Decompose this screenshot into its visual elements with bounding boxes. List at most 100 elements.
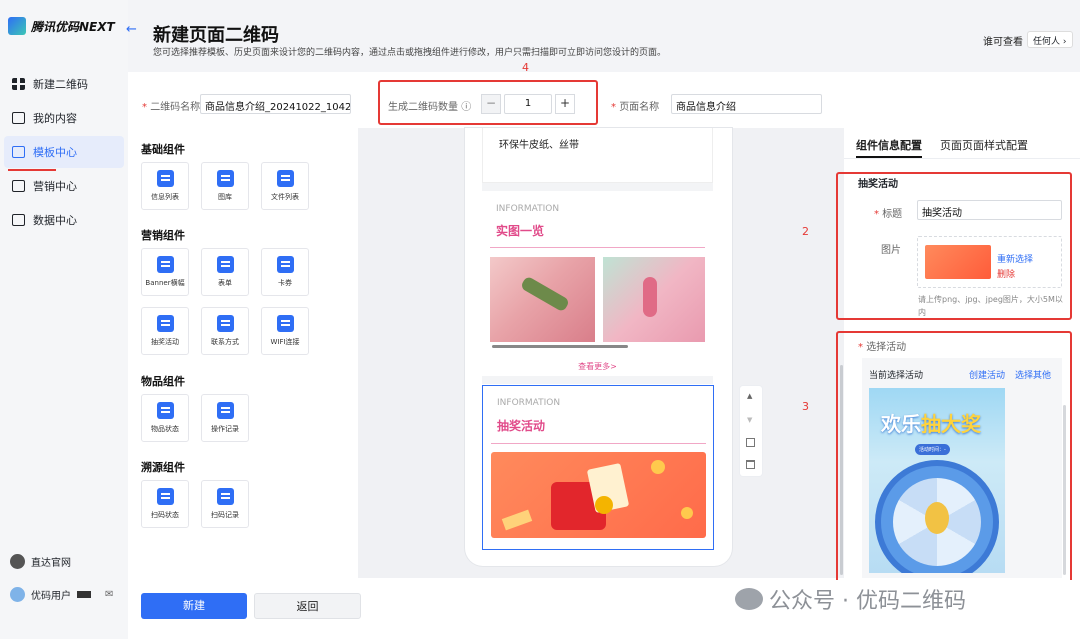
component-contact[interactable]: 联系方式 <box>201 307 249 355</box>
tab-component-config[interactable]: 组件信息配置 <box>856 137 922 153</box>
sidebar-item-my-content[interactable]: 我的内容 <box>4 102 124 134</box>
component-coupon[interactable]: 卡券 <box>261 248 309 296</box>
page-subtitle: 您可选择推荐模板、历史页面来设计您的二维码内容，通过点击或拖拽组件进行修改，用户… <box>153 48 667 58</box>
component-wifi[interactable]: WIFI连接 <box>261 307 309 355</box>
component-label: 图库 <box>218 193 232 201</box>
canvas-scrollbar[interactable] <box>840 365 843 575</box>
config-scrollbar[interactable] <box>1063 405 1066 575</box>
prize-wheel <box>875 460 999 573</box>
tab-page-style[interactable]: 页面页面样式配置 <box>940 137 1028 153</box>
banner-icon <box>156 256 174 273</box>
sidebar-item-data[interactable]: 数据中心 <box>4 204 124 236</box>
gallery-image-2[interactable] <box>603 257 705 342</box>
title-field-label: * 标题 <box>874 209 903 220</box>
preview-text-block[interactable]: 环保牛皮纸、丝带 <box>482 128 713 183</box>
redacted-block <box>77 591 91 598</box>
create-button[interactable]: 新建 <box>141 593 247 619</box>
poster-time: 活动时间：- <box>915 444 950 455</box>
quantity-minus-button[interactable]: − <box>481 94 501 114</box>
mail-icon[interactable]: ✉ <box>105 589 113 600</box>
back-arrow-icon[interactable]: ← <box>126 22 137 37</box>
user-menu[interactable]: 优码用户 ✉ <box>10 587 113 602</box>
gallery-image-1[interactable] <box>490 257 595 342</box>
page-name-label: * 页面名称 <box>611 102 660 113</box>
quantity-plus-button[interactable]: + <box>555 94 575 114</box>
sidebar-item-marketing[interactable]: 营销中心 <box>4 170 124 202</box>
config-section-title: 抽奖活动 <box>858 179 898 190</box>
visibility-label: 谁可查看 <box>983 37 1023 48</box>
envelope-icon <box>156 315 174 332</box>
qr-name-input[interactable]: 商品信息介绍_20241022_104252 <box>200 94 351 114</box>
activity-poster[interactable]: 欢乐抽大奖 活动时间：- <box>869 388 1005 573</box>
section-en-label: INFORMATION <box>496 204 560 214</box>
sidebar-item-label: 我的内容 <box>33 112 77 125</box>
component-label: 表单 <box>218 279 232 287</box>
sidebar-item-label: 数据中心 <box>33 214 77 227</box>
choose-other-link[interactable]: 选择其他 <box>1015 368 1051 381</box>
component-banner[interactable]: Banner横幅 <box>141 248 189 296</box>
quantity-input[interactable]: 1 <box>504 94 552 114</box>
block-toolbar: ▲ ▼ <box>740 386 762 476</box>
move-down-icon[interactable]: ▼ <box>747 416 752 424</box>
annotation-4: 4 <box>522 61 529 74</box>
component-form[interactable]: 表单 <box>201 248 249 296</box>
component-item-status[interactable]: 物品状态 <box>141 394 189 442</box>
bar-chart-icon <box>12 214 25 226</box>
component-label: 扫码记录 <box>211 511 239 519</box>
document-icon <box>12 112 25 124</box>
title-input[interactable]: 抽奖活动 <box>917 200 1062 220</box>
sidebar-item-templates[interactable]: 模板中心 <box>4 136 124 171</box>
section-title: 抽奖活动 <box>497 419 546 433</box>
move-up-icon[interactable]: ▲ <box>747 392 752 400</box>
image-hint: 请上传png、jpg、jpeg图片，大小5M以内 <box>918 295 1063 317</box>
delete-link[interactable]: 删除 <box>997 267 1015 280</box>
page-name-input[interactable]: 商品信息介绍 <box>671 94 822 114</box>
scan-icon <box>156 488 174 505</box>
component-scan-log[interactable]: 扫码记录 <box>201 480 249 528</box>
avatar <box>10 587 25 602</box>
trash-icon[interactable] <box>746 460 755 469</box>
form-icon <box>216 256 234 273</box>
official-site-label: 直达官网 <box>31 558 71 569</box>
copy-icon[interactable] <box>746 438 755 447</box>
logo[interactable]: 腾讯优码NEXT <box>8 17 115 35</box>
reselect-link[interactable]: 重新选择 <box>997 252 1033 265</box>
calendar-icon <box>156 402 174 419</box>
chat-icon <box>216 315 234 332</box>
component-gallery[interactable]: 图库 <box>201 162 249 210</box>
group-title-marketing: 营销组件 <box>141 229 185 242</box>
view-more-link[interactable]: 查看更多> <box>482 361 713 372</box>
group-title-item: 物品组件 <box>141 375 185 388</box>
preview-gallery-block[interactable]: INFORMATION 实图一览 查看更多> <box>482 191 713 376</box>
user-name: 优码用户 <box>31 591 71 602</box>
component-label: 卡券 <box>278 279 292 287</box>
create-activity-link[interactable]: 创建活动 <box>969 368 1005 381</box>
coupon-icon <box>276 256 294 273</box>
component-label: 操作记录 <box>211 425 239 433</box>
group-title-basic: 基础组件 <box>141 143 185 156</box>
component-info-list[interactable]: 信息列表 <box>141 162 189 210</box>
lottery-banner-image[interactable] <box>491 452 706 538</box>
official-site-link[interactable]: 直达官网 <box>10 554 71 569</box>
component-operation-log[interactable]: 操作记录 <box>201 394 249 442</box>
visibility-value: 任何人 <box>1033 37 1061 47</box>
logo-icon <box>8 17 26 35</box>
sidebar-item-label: 新建二维码 <box>33 78 88 91</box>
component-scan-status[interactable]: 扫码状态 <box>141 480 189 528</box>
gallery-scrollbar[interactable] <box>492 345 628 348</box>
info-icon[interactable]: ⓘ <box>461 102 471 113</box>
visibility-select[interactable]: 任何人 › <box>1027 31 1073 48</box>
component-label: 信息列表 <box>151 193 179 201</box>
tab-divider <box>844 158 1080 159</box>
component-lottery[interactable]: 抽奖活动 <box>141 307 189 355</box>
folder-icon <box>276 170 294 187</box>
component-file-list[interactable]: 文件列表 <box>261 162 309 210</box>
divider <box>482 183 713 191</box>
back-button[interactable]: 返回 <box>254 593 361 619</box>
preview-lottery-block[interactable]: INFORMATION 抽奖活动 <box>482 385 714 550</box>
sidebar-item-new-qr[interactable]: 新建二维码 <box>4 68 124 100</box>
component-label: Banner横幅 <box>145 279 185 287</box>
qr-name-label: * 二维码名称 <box>142 102 201 113</box>
grid-icon <box>12 78 25 90</box>
logo-text: 腾讯优码NEXT <box>31 19 115 34</box>
